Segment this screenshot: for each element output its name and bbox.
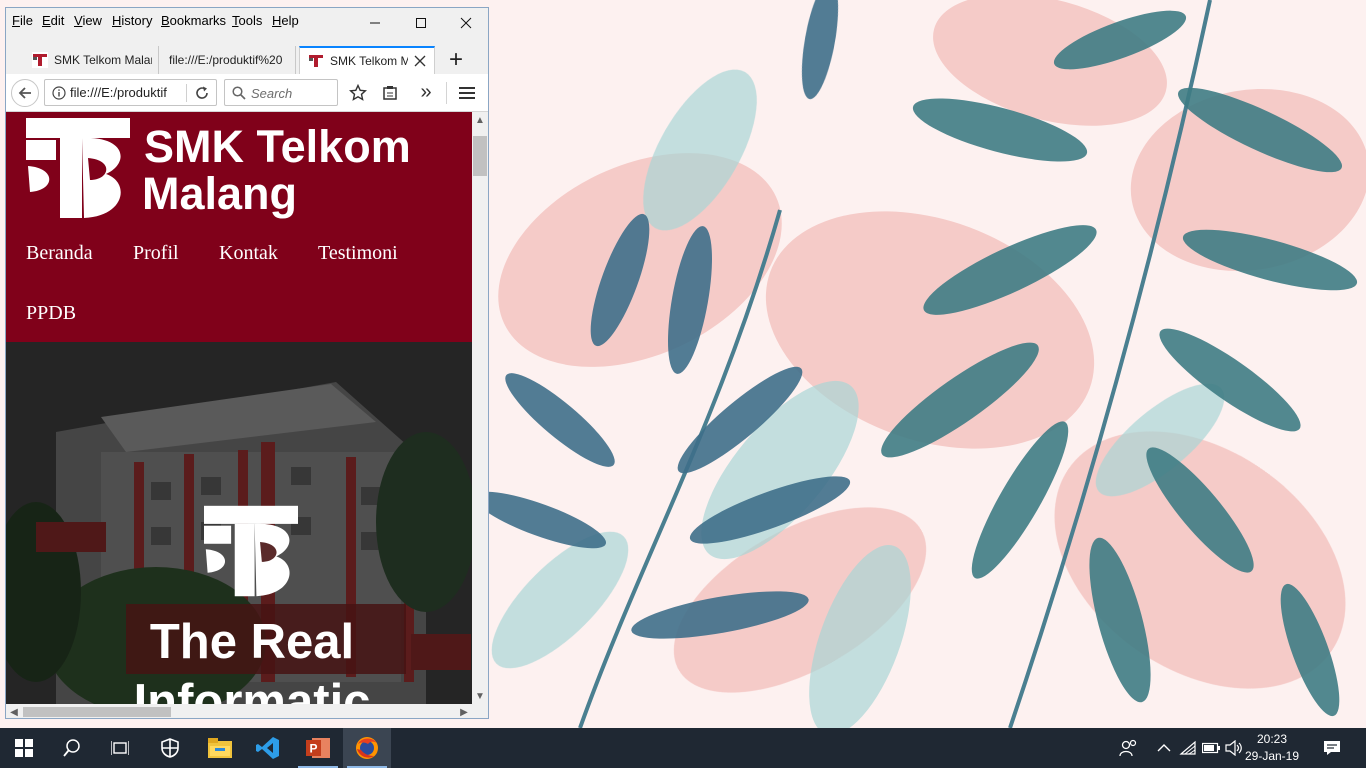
maximize-button[interactable] (398, 8, 444, 38)
horizontal-scrollbar[interactable]: ◀ ▶ (6, 704, 472, 718)
ts-logo-hero-icon (204, 505, 298, 597)
close-window-button[interactable] (443, 8, 488, 38)
page-viewport: SMK Telkom Malang Beranda Profil Kontak … (6, 112, 472, 704)
svg-text:P: P (310, 742, 318, 756)
scroll-right-icon[interactable]: ▶ (456, 704, 472, 718)
close-icon (460, 17, 472, 29)
hamburger-menu-button[interactable] (456, 82, 478, 104)
search-icon (232, 86, 246, 100)
battery-icon[interactable] (1201, 738, 1221, 758)
url-divider (186, 84, 187, 102)
tab-title: SMK Telkom Malang (330, 54, 408, 68)
nav-link-testimoni[interactable]: Testimoni (318, 242, 398, 265)
site-name-line-1: SMK Telkom (144, 121, 411, 172)
smk-telkom-favicon-icon (32, 52, 48, 68)
menu-tools[interactable]: Tools (232, 13, 262, 29)
menu-history[interactable]: History (112, 13, 152, 29)
firefox-icon (356, 737, 378, 759)
nav-link-kontak[interactable]: Kontak (219, 242, 278, 265)
powerpoint-button[interactable]: P (294, 728, 342, 768)
tab-strip: SMK Telkom Malang file:///E:/produktif%2… (6, 46, 488, 74)
toolbar-divider (446, 82, 447, 104)
file-explorer-button[interactable] (196, 728, 244, 768)
windows-security-button[interactable] (146, 728, 194, 768)
hero-title-line-1: The Real (149, 615, 355, 669)
tab-smk-telkom-1[interactable]: SMK Telkom Malang (26, 46, 159, 74)
minimize-button[interactable] (352, 8, 398, 38)
system-clock[interactable]: 20:23 29-Jan-19 (1240, 731, 1304, 765)
reload-icon[interactable] (195, 86, 209, 100)
smk-telkom-favicon-icon (308, 53, 324, 69)
wifi-icon[interactable] (1178, 738, 1198, 758)
site-name-line-2: Malang (142, 168, 298, 219)
navigation-toolbar: file:///E:/produktif Search » (6, 74, 488, 112)
show-hidden-icons-chevron-up-icon[interactable] (1154, 738, 1174, 758)
scroll-down-icon[interactable]: ▼ (472, 688, 488, 704)
hero-banner: The Real Informatic (6, 342, 472, 704)
tab-title: file:///E:/produktif%20 (169, 53, 283, 67)
action-center-icon[interactable] (1322, 738, 1342, 758)
menu-bar: File Edit View History Bookmarks Tools H… (6, 8, 488, 34)
taskbar: P 20:23 29-Jan-19 (0, 728, 1366, 768)
task-view-button[interactable] (96, 728, 144, 768)
horizontal-scroll-thumb[interactable] (23, 707, 171, 717)
clock-time: 20:23 (1256, 732, 1288, 746)
vertical-scrollbar[interactable]: ▲ ▼ (472, 112, 488, 704)
minimize-icon (370, 22, 380, 24)
menu-help[interactable]: Help (272, 13, 299, 29)
new-tab-button[interactable]: + (443, 46, 469, 74)
menu-file[interactable]: File (12, 13, 33, 29)
vscode-button[interactable] (244, 728, 292, 768)
powerpoint-icon: P (306, 738, 330, 758)
firefox-button[interactable] (343, 728, 391, 768)
scroll-left-icon[interactable]: ◀ (6, 704, 22, 718)
browser-window: File Edit View History Bookmarks Tools H… (5, 7, 489, 719)
ts-logo-icon (26, 118, 130, 218)
info-icon (52, 86, 66, 100)
maximize-icon (416, 18, 426, 28)
people-icon[interactable] (1118, 738, 1138, 758)
menu-view[interactable]: View (74, 13, 102, 29)
shield-icon (161, 738, 179, 758)
reader-view-button[interactable] (379, 82, 401, 104)
back-button[interactable] (11, 79, 39, 107)
site-header: SMK Telkom Malang Beranda Profil Kontak … (6, 112, 472, 342)
vertical-scroll-thumb[interactable] (473, 136, 487, 176)
file-explorer-icon (208, 738, 232, 758)
hamburger-menu-icon (459, 87, 475, 99)
nav-link-profil[interactable]: Profil (133, 242, 179, 265)
star-icon (349, 84, 367, 101)
nav-link-ppdb[interactable]: PPDB (26, 302, 76, 325)
back-arrow-icon (18, 87, 31, 99)
start-button[interactable] (0, 728, 48, 768)
clipboard-icon (383, 86, 397, 100)
close-tab-icon[interactable] (414, 55, 426, 67)
menu-bookmarks[interactable]: Bookmarks (161, 13, 226, 29)
search-bar[interactable]: Search (224, 79, 338, 106)
tab-local-file[interactable]: file:///E:/produktif%20 (160, 46, 296, 74)
overflow-menu-button[interactable]: » (415, 80, 437, 104)
search-placeholder: Search (251, 86, 293, 101)
bookmark-star-button[interactable] (347, 82, 369, 104)
clock-date: 29-Jan-19 (1244, 749, 1300, 763)
taskbar-search-button[interactable] (48, 728, 96, 768)
tab-title: SMK Telkom Malang (54, 53, 152, 67)
menu-edit[interactable]: Edit (42, 13, 64, 29)
hero-title-line-2: Informatic (133, 675, 371, 704)
search-icon (63, 739, 80, 757)
scroll-up-icon[interactable]: ▲ (472, 112, 488, 128)
url-text: file:///E:/produktif (70, 85, 167, 100)
task-view-icon (111, 741, 129, 755)
url-bar[interactable]: file:///E:/produktif (44, 79, 217, 106)
vscode-icon (256, 737, 279, 759)
windows-start-icon (15, 739, 33, 757)
nav-link-beranda[interactable]: Beranda (26, 242, 93, 265)
tab-smk-telkom-active[interactable]: SMK Telkom Malang (299, 46, 435, 74)
